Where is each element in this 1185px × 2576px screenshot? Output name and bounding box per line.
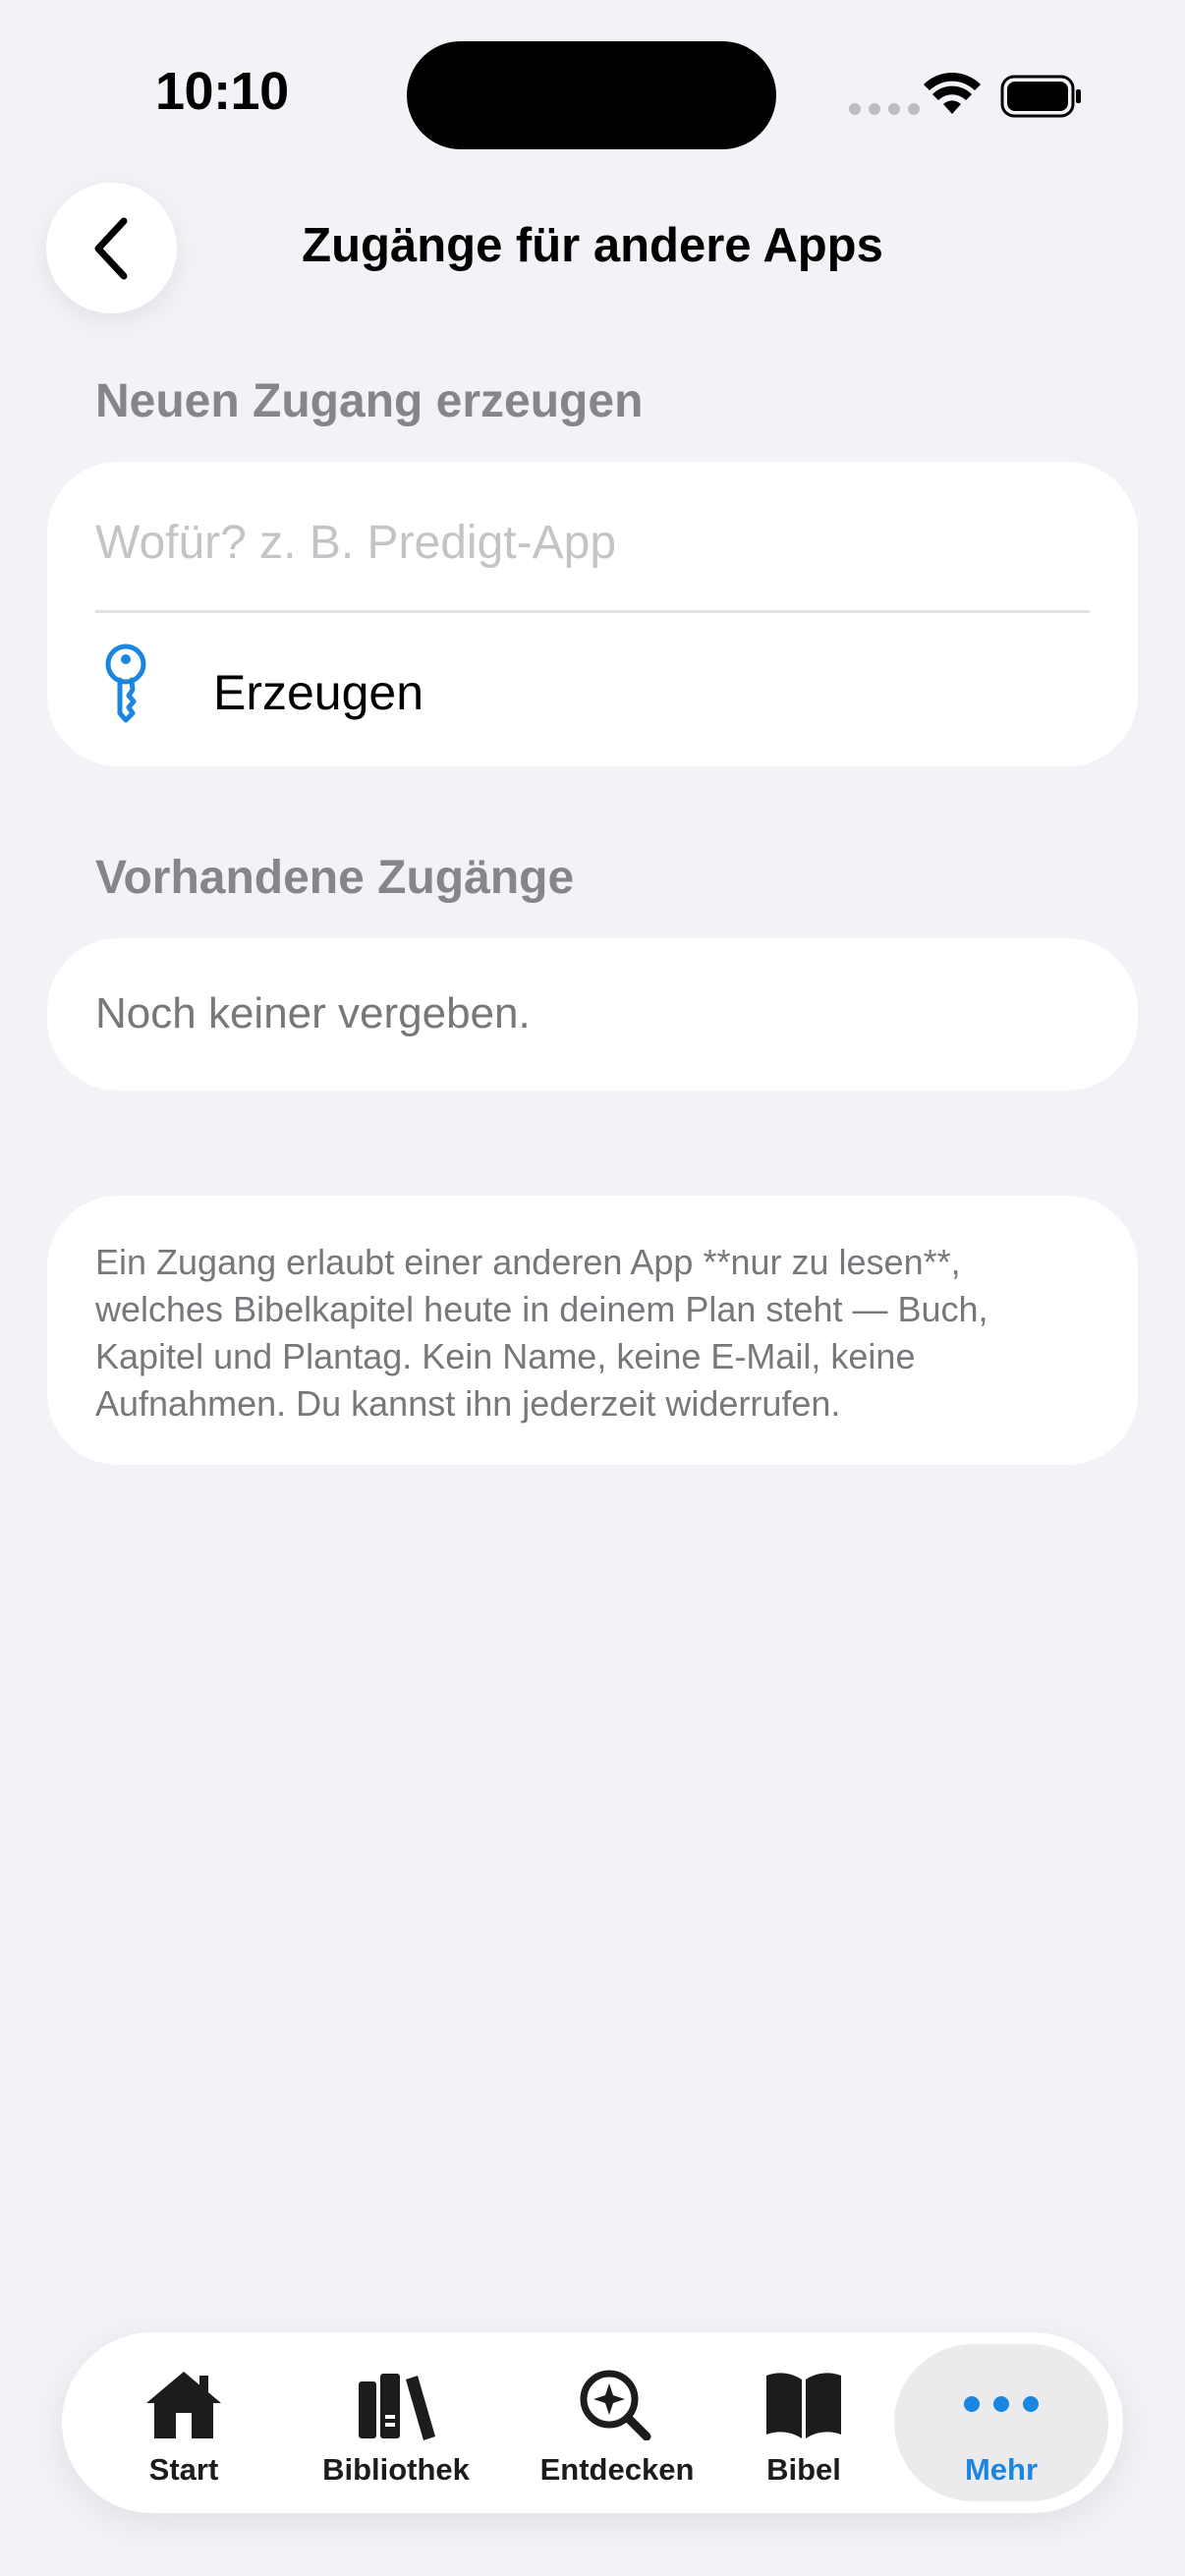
- cellular-signal-icon: [849, 103, 920, 115]
- page-title: Zugänge für andere Apps: [302, 219, 883, 272]
- tab-label: Start: [148, 2452, 219, 2487]
- battery-icon: [1000, 75, 1081, 118]
- status-time: 10:10: [155, 62, 289, 121]
- tab-bibel[interactable]: Bibel: [750, 2332, 858, 2513]
- tab-label: Entdecken: [539, 2452, 695, 2487]
- access-name-input[interactable]: [95, 503, 1088, 582]
- info-card: Ein Zugang erlaubt einer anderen App **n…: [47, 1196, 1138, 1465]
- empty-state-text: Noch keiner vergeben.: [95, 989, 531, 1037]
- discover-icon: [580, 2370, 651, 2440]
- tab-label-selected: Mehr: [964, 2452, 1039, 2487]
- create-button-label: Erzeugen: [213, 665, 424, 720]
- dynamic-island: [407, 41, 776, 149]
- tab-label: Bibel: [766, 2452, 841, 2487]
- create-access-button[interactable]: Erzeugen: [47, 613, 1138, 766]
- tab-bibliothek[interactable]: Bibliothek: [308, 2332, 484, 2513]
- new-access-card: Erzeugen: [47, 462, 1138, 766]
- house-icon: [146, 2372, 221, 2438]
- tab-label: Bibliothek: [322, 2452, 470, 2487]
- ellipsis-icon: [964, 2396, 1039, 2412]
- info-text: Ein Zugang erlaubt einer anderen App **n…: [95, 1242, 988, 1424]
- tab-entdecken[interactable]: Entdecken: [524, 2332, 710, 2513]
- books-icon: [359, 2374, 435, 2440]
- section-header-existing: Vorhandene Zugänge: [95, 852, 575, 904]
- tab-bar: Start Bibliothek Entdecken Bibel Mehr: [62, 2332, 1123, 2513]
- tab-mehr[interactable]: Mehr: [930, 2332, 1073, 2513]
- tab-start[interactable]: Start: [115, 2332, 253, 2513]
- section-header-new-access: Neuen Zugang erzeugen: [95, 375, 644, 427]
- key-icon: [105, 644, 146, 723]
- wifi-icon: [924, 73, 981, 114]
- book-open-icon: [766, 2373, 841, 2438]
- existing-access-card: Noch keiner vergeben.: [47, 938, 1138, 1091]
